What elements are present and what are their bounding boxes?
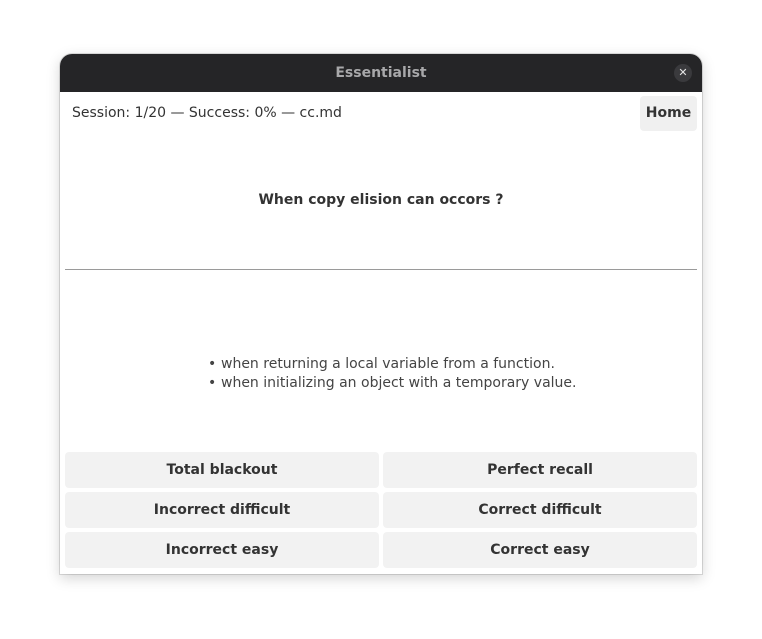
answer-item: when returning a local variable from a f… <box>208 355 576 374</box>
window-title: Essentialist <box>335 65 427 81</box>
answer-item: when initializing an object with a tempo… <box>208 374 576 393</box>
total-blackout-button[interactable]: Total blackout <box>65 452 379 488</box>
perfect-recall-button[interactable]: Perfect recall <box>383 452 697 488</box>
incorrect-difficult-button[interactable]: Incorrect difficult <box>65 492 379 528</box>
correct-easy-button[interactable]: Correct easy <box>383 532 697 568</box>
card-divider <box>65 269 697 270</box>
close-icon: ✕ <box>678 66 688 79</box>
correct-difficult-button[interactable]: Correct difficult <box>383 492 697 528</box>
home-button[interactable]: Home <box>640 96 697 131</box>
incorrect-easy-button[interactable]: Incorrect easy <box>65 532 379 568</box>
session-status: Session: 1/20 — Success: 0% — cc.md <box>72 105 342 121</box>
title-bar[interactable]: Essentialist ✕ <box>60 54 702 92</box>
close-button[interactable]: ✕ <box>674 64 692 82</box>
card-answer: when returning a local variable from a f… <box>208 355 576 393</box>
card-question: When copy elision can occors ? <box>258 192 504 208</box>
app-window: Essentialist ✕ Session: 1/20 — Success: … <box>60 54 702 574</box>
